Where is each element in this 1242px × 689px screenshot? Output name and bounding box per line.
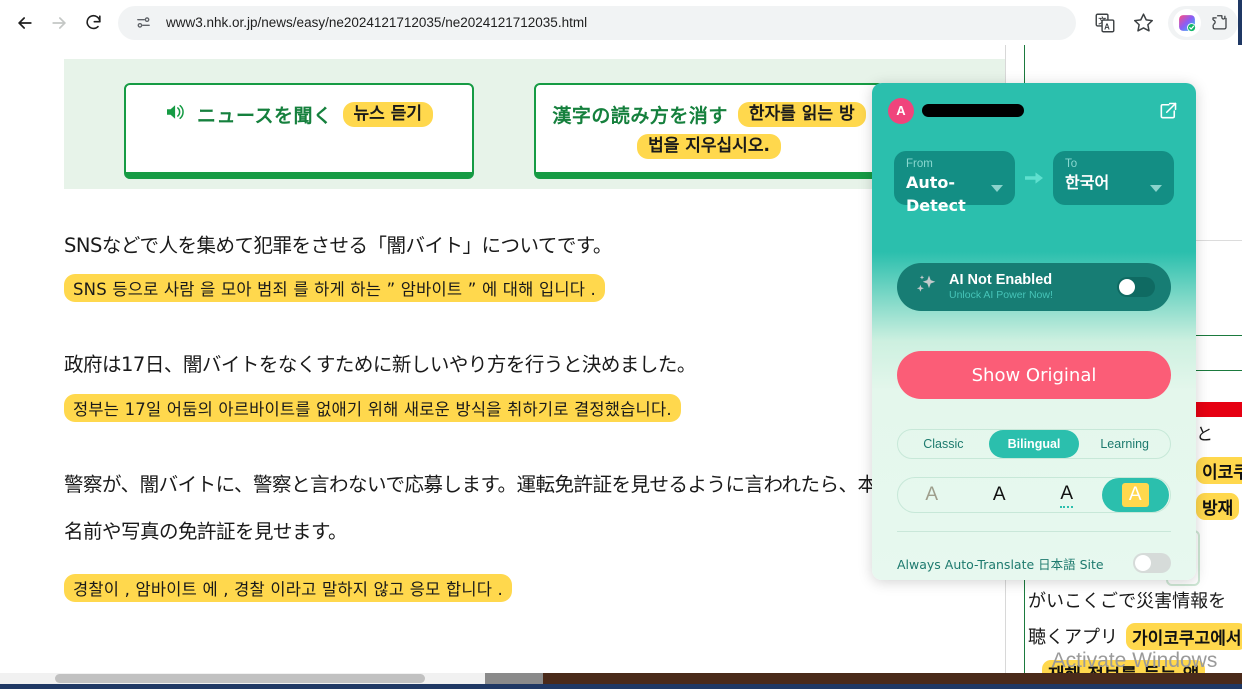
article-body: SNSなどで人を集めて犯罪をさせる「闇バイト」についてです。 SNS 등으로 사… [64, 231, 1067, 608]
share-export-icon[interactable] [1156, 99, 1180, 123]
account-name-redacted [922, 104, 1024, 117]
reload-button[interactable] [76, 6, 110, 40]
ai-toggle[interactable] [1117, 277, 1155, 297]
sidebar-app-jp-line-2: 聴くアプリ [1028, 627, 1118, 648]
chevron-down-icon [991, 185, 1003, 192]
tab-bilingual[interactable]: Bilingual [988, 430, 1080, 458]
taskbar-brown-segment [543, 673, 1242, 684]
arrow-left-icon [18, 16, 32, 29]
window-edge [1238, 0, 1242, 45]
listen-news-button[interactable]: ニュースを聞く 뉴스 듣기 [124, 83, 474, 179]
article-column: ニュースを聞く 뉴스 듣기 漢字の読み方を消す 한자를 읽는 방 법을 지우십시… [0, 45, 1067, 673]
paragraph-3-korean: 경찰이 , 암바이트 에 , 경찰 이라고 말하지 않고 응모 합니다 . [64, 574, 512, 602]
ai-enable-row[interactable]: AI Not Enabled Unlock AI Power Now! [897, 263, 1171, 311]
ai-title: AI Not Enabled [949, 271, 1053, 288]
translator-extension-icon[interactable] [1173, 8, 1201, 37]
sparkle-icon [913, 272, 939, 303]
paragraph-1-korean: SNS 등으로 사람 을 모아 범죄 를 하게 하는 ” 암바이트 ” 에 대해… [64, 274, 606, 303]
speaker-icon [165, 103, 187, 126]
paragraph-1-japanese: SNSなどで人を集めて犯罪をさせる「闇バイト」についてです。 [64, 234, 612, 257]
always-auto-translate-toggle[interactable] [1133, 553, 1171, 573]
sidebar-app-kr-banner: 재해 정보를 듣는 앱 [1042, 660, 1206, 673]
font-style-glyph: A [992, 484, 1006, 505]
paragraph-2: 政府は17日、闇バイトをなくすために新しいやり方を行うと決めました。 정부는 1… [64, 350, 994, 422]
bookmark-star-icon[interactable] [1127, 7, 1159, 39]
sidebar-kr-fragment-1: 이코쿠 [1196, 457, 1242, 484]
arrow-right-icon [1023, 170, 1045, 186]
toggle-knob [1135, 555, 1151, 571]
remove-furigana-button[interactable]: 漢字の読み方を消す 한자를 읽는 방 법을 지우십시오. [534, 83, 884, 179]
back-button[interactable] [8, 6, 42, 40]
reload-icon [85, 14, 101, 30]
tab-classic[interactable]: Classic [898, 430, 989, 458]
source-language-select[interactable]: From Auto-Detect [894, 151, 1015, 215]
arrow-right-icon [52, 16, 66, 29]
font-style-highlight[interactable]: A [1101, 478, 1169, 512]
show-original-button[interactable]: Show Original [897, 351, 1171, 399]
language-selectors: From Auto-Detect To 한국어 [872, 150, 1196, 215]
ai-texts: AI Not Enabled Unlock AI Power Now! [949, 272, 1117, 302]
always-auto-translate-row[interactable]: Always Auto-Translate 日本語 Site [897, 551, 1171, 575]
paragraph-1: SNSなどで人を集めて犯罪をさせる「闇バイト」についてです。 SNS 등으로 사… [64, 231, 994, 303]
font-style-plain[interactable]: A [966, 478, 1034, 512]
extension-puzzle-icon[interactable] [1205, 9, 1233, 37]
paragraph-3-japanese-line-2: 名前や写真の免許証を見せます。 [64, 519, 348, 543]
from-value: Auto-Detect [906, 172, 966, 215]
to-label: To [1065, 158, 1078, 170]
horizontal-scrollbar-thumb[interactable] [55, 674, 425, 683]
furigana-kr-label-line1: 한자를 읽는 방 [737, 101, 866, 128]
font-style-faded[interactable]: A [898, 478, 966, 512]
to-value: 한국어 [1065, 172, 1110, 192]
always-auto-translate-label: Always Auto-Translate 日本語 Site [897, 556, 1104, 572]
sidebar-app-jp-line-1: がいこくごで災害情報を [1028, 591, 1227, 612]
site-info-icon[interactable] [132, 12, 154, 34]
scrollbar-segment[interactable] [485, 673, 543, 684]
font-style-options: A A A A [897, 477, 1171, 513]
url-text: www3.nhk.or.jp/news/easy/ne2024121712035… [166, 15, 588, 30]
popup-separator [897, 531, 1171, 532]
font-style-glyph: A [1060, 483, 1074, 508]
translate-icon[interactable]: 文 A [1089, 7, 1121, 39]
mode-tabs: Classic Bilingual Learning [897, 429, 1171, 459]
forward-button[interactable] [42, 6, 76, 40]
avatar: A [888, 97, 914, 124]
paragraph-2-korean: 정부는 17일 어둠의 아르바이트를 없애기 위해 새로운 방식을 취하기로 결… [64, 393, 681, 422]
paragraph-3: 警察が、闇バイトに、警察と言わないで応募します。運転免許証を見せるように言われた… [64, 470, 1067, 602]
target-language-select[interactable]: To 한국어 [1053, 151, 1174, 205]
font-style-glyph: A [1121, 483, 1149, 507]
sidebar-kr-fragment-2: 방재 [1196, 493, 1240, 520]
page-viewport: ニュースを聞く 뉴스 듣기 漢字の読み方を消す 한자를 읽는 방 법을 지우십시… [0, 45, 1242, 673]
furigana-kr-label-line2: 법을 지우십시오. [637, 134, 781, 160]
from-label: From [906, 158, 933, 170]
toolbar-actions: 文 A [1086, 5, 1242, 40]
svg-text:A: A [1104, 22, 1110, 31]
sidebar-jp-fragment: と [1196, 425, 1213, 445]
popup-header: A [872, 83, 1196, 138]
ai-subtitle: Unlock AI Power Now! [949, 288, 1053, 301]
furigana-jp-label: 漢字の読み方を消す [552, 105, 728, 127]
paragraph-2-japanese: 政府は17日、闇バイトをなくすために新しいやり方を行うと決めました。 [64, 353, 696, 377]
browser-toolbar: www3.nhk.or.jp/news/easy/ne2024121712035… [0, 0, 1242, 45]
font-style-underline[interactable]: A [1033, 478, 1101, 512]
paragraph-3-japanese-line-1: 警察が、闇バイトに、警察と言わないで応募します。運転免許証を見せるように言われた… [64, 472, 1067, 496]
tab-learning[interactable]: Learning [1079, 430, 1170, 458]
address-bar[interactable]: www3.nhk.or.jp/news/easy/ne2024121712035… [118, 5, 1076, 40]
font-style-glyph: A [925, 484, 939, 505]
chevron-down-icon [1150, 185, 1162, 192]
sidebar-app-kr-inline: 가이코쿠고에서 [1126, 623, 1242, 650]
toggle-knob [1119, 279, 1135, 295]
listen-kr-label: 뉴스 듣기 [342, 101, 434, 128]
extensions-pill [1168, 5, 1238, 40]
listen-jp-label: ニュースを聞く [196, 105, 333, 127]
translation-popup: A From Auto-Detect To 한국어 AI Not Enabled… [872, 83, 1196, 580]
